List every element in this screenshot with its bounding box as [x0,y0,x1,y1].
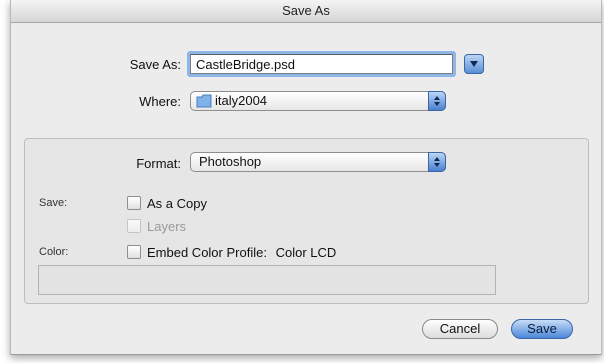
where-popup[interactable]: italy2004 [190,91,446,111]
format-value: Photoshop [199,154,262,169]
format-description-box [38,265,496,295]
layers-checkbox[interactable] [127,219,141,233]
folder-icon [196,94,212,108]
save-as-label: Save As: [129,57,181,72]
where-label: Where: [139,94,181,109]
save-options-label: Save: [39,197,68,209]
as-a-copy-label: As a Copy [147,196,207,211]
popup-arrows-icon [428,152,446,172]
expand-browser-button[interactable] [464,54,484,74]
color-options-label: Color: [39,246,69,258]
embed-color-profile-text: Embed Color Profile: [147,245,267,260]
embed-color-profile-label: Embed Color Profile: Color LCD [147,245,336,260]
window-title: Save As [11,0,601,23]
popup-arrows-icon [428,91,446,111]
format-popup[interactable]: Photoshop [190,152,446,172]
color-profile-value: Color LCD [275,245,337,260]
filename-input[interactable]: CastleBridge.psd [190,54,453,74]
cancel-button[interactable]: Cancel [422,319,498,339]
layers-label: Layers [147,219,187,234]
embed-color-profile-checkbox[interactable] [127,245,141,259]
format-label: Format: [136,156,181,171]
save-as-dialog: Save As Save As: CastleBridge.psd Where:… [10,0,602,355]
as-a-copy-checkbox[interactable] [127,196,141,210]
save-button[interactable]: Save [511,319,573,339]
where-value: italy2004 [215,93,268,108]
disclosure-triangle-icon [470,61,478,67]
